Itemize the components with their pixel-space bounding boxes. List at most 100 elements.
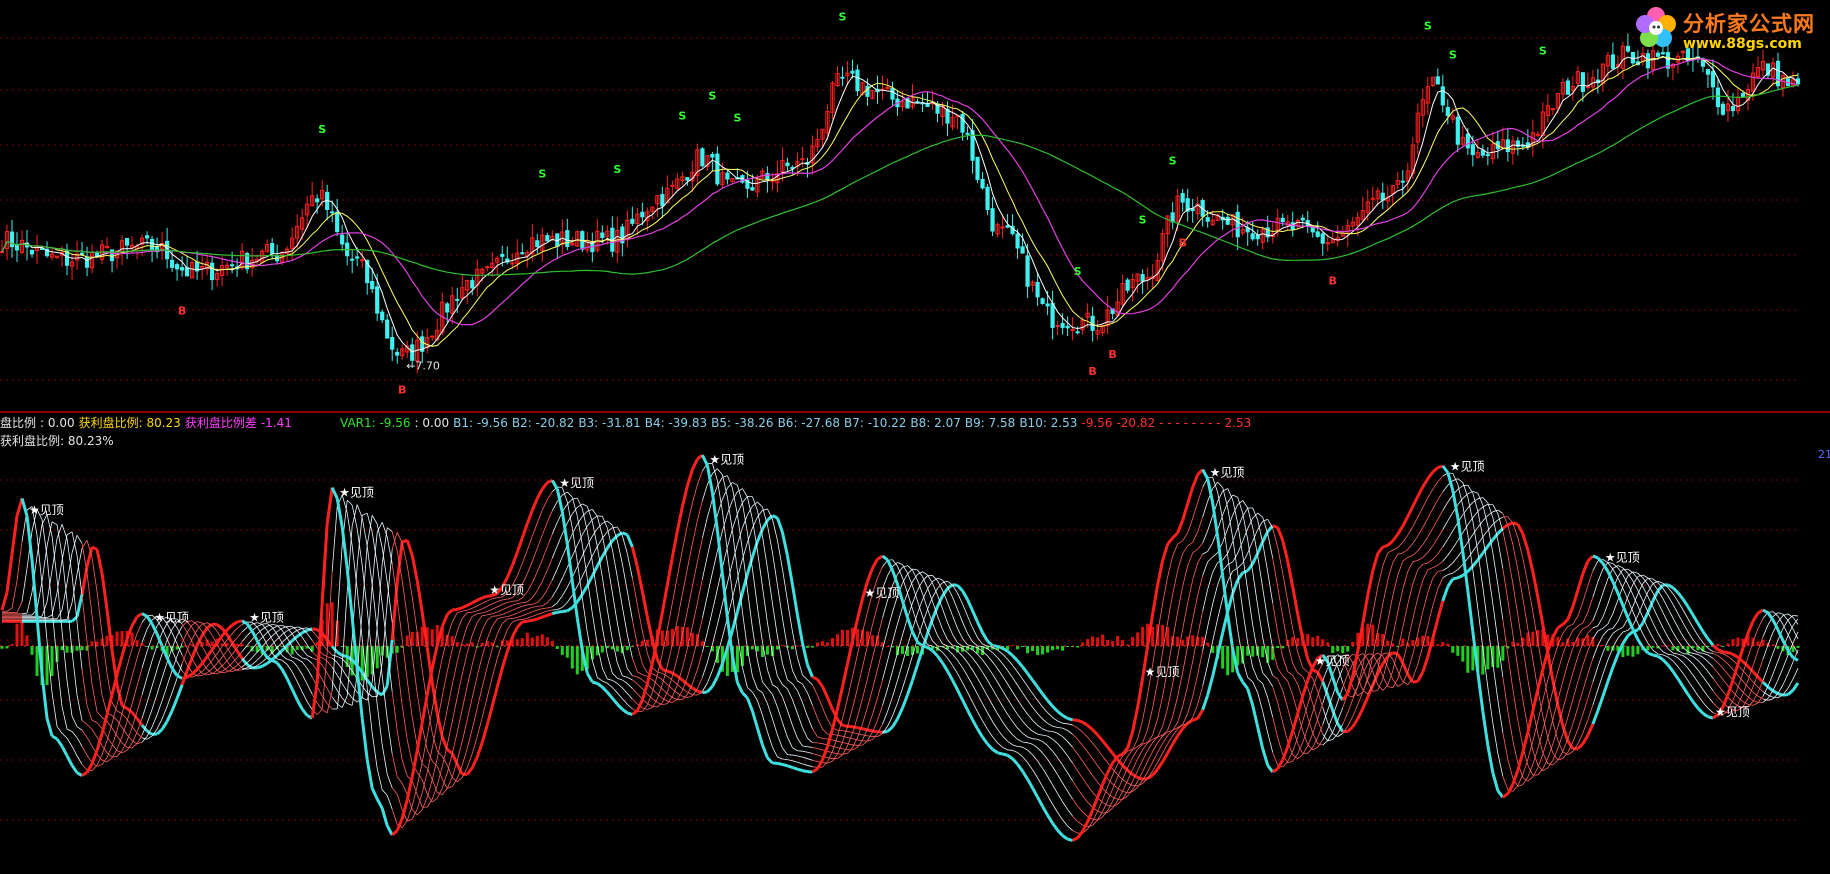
oscillator-segment xyxy=(121,704,128,710)
oscillator-segment xyxy=(1396,653,1405,664)
oscillator-segment xyxy=(862,707,868,724)
oscillator-segment xyxy=(952,597,958,610)
oscillator-segment xyxy=(1052,725,1058,728)
oscillator-segment xyxy=(1077,727,1083,733)
oscillator-segment xyxy=(1037,777,1043,787)
oscillator-panel[interactable] xyxy=(0,454,1800,842)
oscillator-segment xyxy=(1792,617,1799,625)
oscillator-segment xyxy=(767,703,773,720)
oscillator-segment xyxy=(1407,619,1414,642)
oscillator-segment xyxy=(306,701,313,710)
oscillator-segment xyxy=(766,756,774,765)
oscillator-segment xyxy=(1292,675,1299,685)
oscillator-segment xyxy=(842,724,848,728)
oscillator-segment xyxy=(440,613,449,628)
oscillator-segment xyxy=(966,709,974,721)
oscillator-segment xyxy=(506,621,513,631)
oscillator-segment xyxy=(1387,549,1393,554)
oscillator-segment xyxy=(471,622,478,636)
oscillator-segment xyxy=(907,655,913,673)
oscillator-segment xyxy=(477,602,483,607)
oscillator-segment xyxy=(917,600,923,617)
oscillator-segment xyxy=(96,764,103,767)
oscillator-segment xyxy=(161,628,168,640)
oscillator-segment xyxy=(1242,659,1249,678)
oscillator-segment xyxy=(1527,679,1534,709)
oscillator-segment xyxy=(702,517,708,539)
histogram-bar xyxy=(455,641,459,646)
oscillator-segment xyxy=(1497,584,1504,620)
oscillator-segment xyxy=(660,584,669,613)
oscillator-segment xyxy=(882,711,888,725)
oscillator-segment xyxy=(141,702,148,719)
oscillator-segment xyxy=(821,685,829,698)
oscillator-segment xyxy=(812,728,818,738)
oscillator-segment xyxy=(456,606,463,611)
oscillator-segment xyxy=(755,727,764,746)
oscillator-segment xyxy=(942,652,948,659)
oscillator-segment xyxy=(742,488,748,498)
oscillator-segment xyxy=(1407,554,1413,558)
oscillator-segment xyxy=(1246,688,1255,706)
histogram-bar xyxy=(600,646,604,653)
oscillator-segment xyxy=(1787,613,1794,618)
oscillator-segment xyxy=(1507,654,1514,690)
oscillator-segment xyxy=(961,699,969,711)
oscillator-segment xyxy=(1276,526,1285,541)
histogram-bar xyxy=(470,642,474,646)
candle-body xyxy=(1060,323,1065,328)
candle-body xyxy=(1020,246,1025,254)
oscillator-segment xyxy=(365,759,374,789)
oscillator-segment xyxy=(1177,706,1184,723)
oscillator-segment xyxy=(1717,672,1724,680)
oscillator-segment xyxy=(525,509,534,525)
candle-body xyxy=(1740,93,1746,98)
oscillator-segment xyxy=(446,721,453,746)
oscillator-segment xyxy=(1197,487,1204,503)
oscillator-segment xyxy=(26,592,33,614)
oscillator-segment xyxy=(976,621,984,634)
oscillator-segment xyxy=(817,718,823,729)
histogram-bar xyxy=(1041,646,1045,655)
oscillator-segment xyxy=(1372,689,1378,692)
oscillator-segment xyxy=(171,650,178,662)
oscillator-segment xyxy=(701,555,708,580)
oscillator-segment xyxy=(1201,694,1210,711)
oscillator-segment xyxy=(1137,749,1143,759)
oscillator-segment xyxy=(607,682,613,688)
candle-body xyxy=(1040,298,1045,304)
oscillator-segment xyxy=(567,491,573,498)
oscillator-segment xyxy=(136,694,143,712)
oscillator-segment xyxy=(1207,603,1214,627)
oscillator-segment xyxy=(622,687,628,694)
oscillator-segment xyxy=(882,688,888,706)
oscillator-segment xyxy=(10,515,19,555)
histogram-bar xyxy=(35,646,39,677)
oscillator-segment xyxy=(797,680,803,685)
price-panel[interactable] xyxy=(0,33,1801,374)
oscillator-segment xyxy=(256,664,263,670)
oscillator-segment xyxy=(522,613,528,617)
oscillator-segment xyxy=(1682,662,1689,669)
oscillator-segment xyxy=(797,755,803,758)
oscillator-segment xyxy=(91,557,98,592)
oscillator-segment xyxy=(1452,556,1459,564)
oscillator-segment xyxy=(901,694,909,709)
candle-body xyxy=(1235,211,1240,238)
oscillator-segment xyxy=(1102,755,1108,764)
oscillator-segment xyxy=(616,703,624,711)
oscillator-segment xyxy=(1117,778,1123,791)
oscillator-segment xyxy=(1382,543,1389,549)
oscillator-segment xyxy=(847,731,853,733)
oscillator-segment xyxy=(942,629,948,640)
oscillator-segment xyxy=(1206,675,1215,696)
histogram-bar xyxy=(795,645,799,647)
oscillator-segment xyxy=(541,613,548,619)
oscillator-segment xyxy=(241,635,248,642)
oscillator-segment xyxy=(381,527,388,565)
oscillator-segment xyxy=(1487,568,1494,604)
oscillator-segment xyxy=(461,625,468,642)
oscillator-segment xyxy=(566,594,573,603)
oscillator-segment xyxy=(707,610,713,633)
oscillator-segment xyxy=(1312,695,1319,713)
